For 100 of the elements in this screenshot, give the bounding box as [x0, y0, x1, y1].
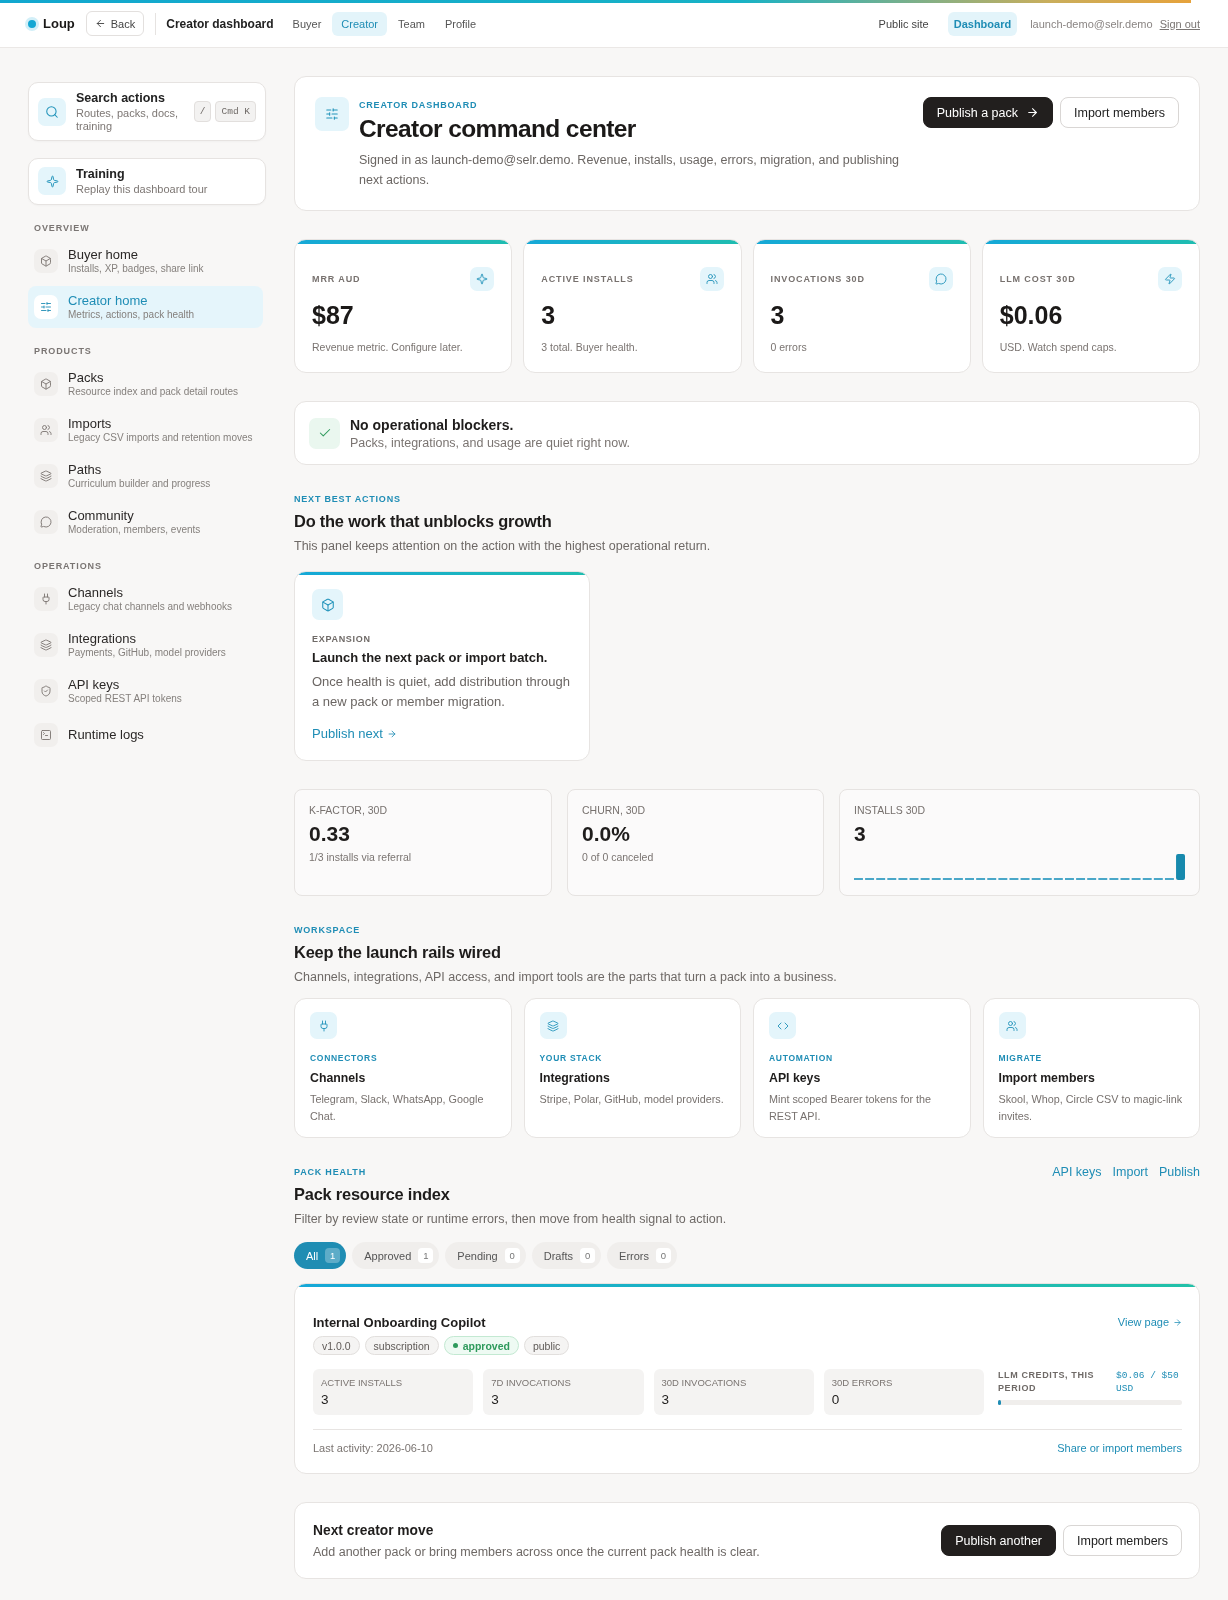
stat-value: 0.33: [309, 821, 351, 846]
group-label: OVERVIEW: [34, 221, 91, 234]
sidebar-item[interactable]: Integrations Payments, GitHub, model providers: [28, 623, 263, 666]
group-label: OPERATIONS: [34, 559, 103, 572]
cube-icon: [34, 371, 58, 396]
sidebar-item[interactable]: Community Moderation, members, events: [28, 500, 263, 543]
pack-tag: subscription: [364, 1336, 439, 1355]
text-link[interactable]: Publish: [1159, 1164, 1200, 1180]
filter-count: 0: [580, 1248, 596, 1263]
section-description: Channels, integrations, API access, and import tools are the parts that turn a pack into a business.: [294, 969, 838, 985]
card-eyebrow: EXPANSION: [312, 633, 372, 645]
cube-icon: [312, 589, 343, 620]
card-description: Skool, Whop, Circle CSV to magic-link invites.: [998, 1092, 1184, 1124]
filter-tab[interactable]: Pending 0: [445, 1242, 526, 1269]
stat-label: ACTIVE INSTALLS: [321, 1377, 404, 1389]
section-title: Keep the launch rails wired: [294, 942, 502, 963]
secondary-button[interactable]: Import members: [1063, 1525, 1182, 1556]
shortcut-key: /: [193, 101, 212, 123]
filter-count: 0: [504, 1248, 520, 1263]
sidebar-item[interactable]: Imports Legacy CSV imports and retention moves: [28, 408, 263, 451]
sidebar-item[interactable]: Runtime logs: [28, 715, 263, 754]
section-eyebrow: WORKSPACE: [294, 924, 362, 936]
search-icon: [38, 97, 66, 126]
pack-name: Internal Onboarding Copilot: [313, 1314, 486, 1332]
text-link[interactable]: API keys: [1052, 1164, 1102, 1180]
stat-label: CHURN, 30D: [582, 804, 646, 817]
nav-tab[interactable]: Creator: [332, 11, 388, 36]
stat-note: 0 of 0 canceled: [582, 851, 655, 864]
arrow-left-icon: [94, 18, 106, 29]
nav-tab[interactable]: Team: [389, 11, 434, 36]
app-name: Loup: [43, 16, 75, 31]
card-title: Integrations: [539, 1070, 611, 1087]
pack-tag: public: [523, 1336, 570, 1355]
filter-tab[interactable]: All 1: [294, 1242, 347, 1269]
user-email: launch-demo@selr.demo: [1030, 17, 1153, 30]
status-tag: approved: [443, 1336, 519, 1355]
back-button[interactable]: Back: [85, 11, 145, 36]
card-description: Mint scoped Bearer tokens for the REST API.: [769, 1092, 933, 1124]
section-description: This panel keeps attention on the action with the highest operational return.: [294, 538, 712, 554]
hero-eyebrow: CREATOR DASHBOARD: [359, 99, 479, 111]
credits-value: $0.06 / $50 USD: [1116, 1369, 1180, 1395]
chat-bubble-icon: [34, 509, 58, 534]
primary-button[interactable]: Publish a pack: [922, 97, 1053, 128]
stat-label: 30D ERRORS: [831, 1377, 894, 1389]
filter-tab[interactable]: Errors 0: [607, 1242, 677, 1269]
share-link[interactable]: Share or import members: [1057, 1440, 1182, 1456]
sliders-icon: [315, 97, 349, 131]
metric-value: 3: [541, 301, 557, 330]
sidebar-item[interactable]: Packs Resource index and pack detail routes: [28, 362, 263, 405]
search-actions-button[interactable]: Search actions Routes, packs, docs, training / Cmd K: [28, 82, 266, 142]
metric-note: 3 total. Buyer health.: [541, 340, 639, 354]
filter-tab[interactable]: Drafts 0: [531, 1242, 602, 1269]
layers-icon: [539, 1012, 567, 1039]
metric-value: $0.06: [999, 301, 1064, 330]
page-title: Creator dashboard: [166, 16, 274, 31]
nav-link[interactable]: Public site: [872, 11, 935, 36]
hero-title: Creator command center: [359, 114, 637, 144]
sidebar-item[interactable]: Channels Legacy chat channels and webhooks: [28, 577, 263, 620]
users-icon: [34, 417, 58, 442]
text-link[interactable]: Import: [1112, 1164, 1148, 1180]
check-icon: [309, 417, 340, 449]
terminal-icon: [34, 722, 58, 747]
training-button[interactable]: Training Replay this dashboard tour: [28, 158, 266, 205]
stat-value: 3: [321, 1392, 330, 1408]
card-title: API keys: [769, 1070, 822, 1087]
arrow-right-icon: [386, 729, 397, 739]
filter-tab[interactable]: Approved 1: [352, 1242, 440, 1269]
banner-title: No operational blockers.: [350, 416, 515, 433]
stat-value: 0.0%: [582, 821, 631, 846]
card-description: Stripe, Polar, GitHub, model providers.: [539, 1092, 725, 1107]
stat-label: INSTALLS 30D: [854, 804, 926, 817]
logo-icon: [25, 16, 39, 31]
hero-description: Signed in as launch-demo@selr.demo. Revenue, installs, usage, errors, migration, and publishing next actions.: [359, 152, 901, 189]
lightning-icon: [1158, 267, 1182, 291]
action-link[interactable]: Publish next: [312, 726, 397, 742]
primary-button[interactable]: Publish another: [941, 1525, 1056, 1556]
section-description: Filter by review state or runtime errors, then move from health signal to action.: [294, 1211, 727, 1227]
sidebar-item[interactable]: Buyer home Installs, XP, badges, share link: [28, 239, 263, 282]
secondary-button[interactable]: Import members: [1060, 97, 1179, 128]
status-dot-icon: [452, 1343, 458, 1348]
card-title: Next creator move: [313, 1521, 435, 1540]
nav-tab[interactable]: Profile: [435, 11, 486, 36]
sidebar-item[interactable]: API keys Scoped REST API tokens: [28, 669, 263, 712]
arrow-right-icon: [1173, 1317, 1182, 1327]
sign-out-link[interactable]: Sign out: [1159, 17, 1200, 30]
chat-bubble-icon: [928, 267, 953, 291]
arrow-right-icon: [1026, 106, 1039, 119]
credits-label: LLM CREDITS, THIS PERIOD: [998, 1369, 1096, 1395]
nav-tab[interactable]: Buyer: [283, 11, 331, 36]
stat-label: K-FACTOR, 30D: [309, 804, 388, 817]
view-page-link[interactable]: View page: [1117, 1314, 1182, 1330]
shield-check-icon: [34, 678, 58, 703]
shortcut-key: Cmd K: [215, 101, 256, 123]
card-description: Once health is quiet, add distribution through a new pack or member migration.: [312, 673, 571, 711]
users-icon: [699, 267, 724, 291]
filter-count: 0: [656, 1248, 671, 1263]
sidebar-item[interactable]: Paths Curriculum builder and progress: [28, 454, 263, 497]
metric-label: LLM COST 30D: [999, 274, 1076, 284]
sidebar-item[interactable]: Creator home Metrics, actions, pack health: [28, 285, 263, 328]
pack-tag: v1.0.0: [313, 1336, 360, 1355]
